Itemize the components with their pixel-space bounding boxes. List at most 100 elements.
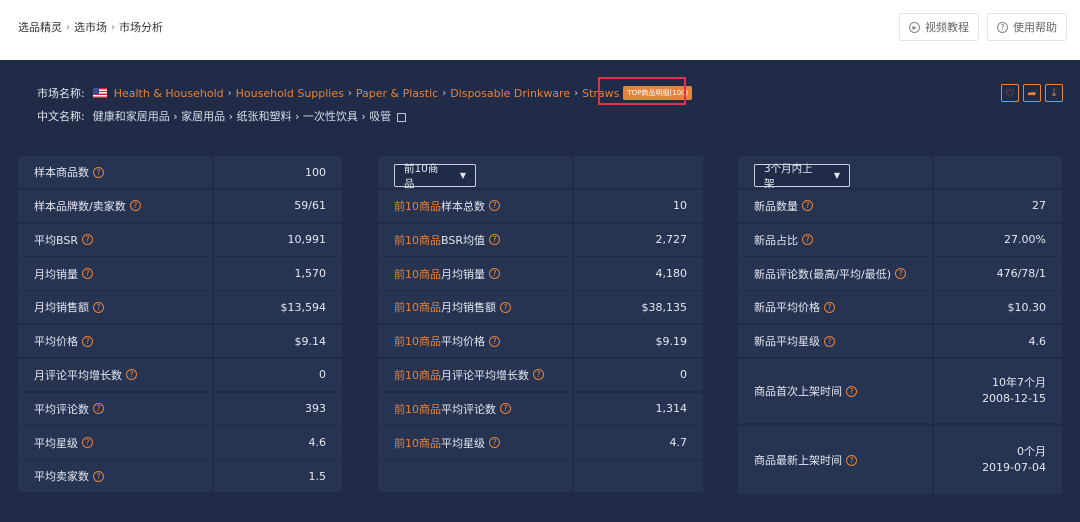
table-row: 商品首次上架时间? 10年7个月 2008-12-15 xyxy=(738,358,1062,425)
breadcrumb-item-3: 市场分析 xyxy=(119,21,163,34)
question-icon[interactable]: ? xyxy=(533,369,544,381)
breadcrumb-item-1[interactable]: 选品精灵 xyxy=(18,19,62,35)
category-link-3[interactable]: Paper & Plastic xyxy=(356,87,438,100)
row-value: 1.5 xyxy=(213,460,342,493)
row-value: $38,135 xyxy=(573,291,703,324)
question-icon[interactable]: ? xyxy=(824,301,835,313)
caret-down-icon: ▼ xyxy=(459,171,466,180)
row-value: 27 xyxy=(933,189,1062,223)
row-value: 4.6 xyxy=(213,426,342,459)
question-icon[interactable]: ? xyxy=(93,470,104,482)
main-content: 市场名称: Health & Household › Household Sup… xyxy=(0,60,1080,522)
question-icon[interactable]: ? xyxy=(82,437,93,449)
category-link-2[interactable]: Household Supplies xyxy=(236,87,344,100)
row-label: 新品评论数(最高/平均/最低) xyxy=(754,267,891,281)
market-name-row: 市场名称: Health & Household › Household Sup… xyxy=(37,85,693,101)
share-icon: ➦ xyxy=(1027,86,1037,100)
help-button[interactable]: ? 使用帮助 xyxy=(987,13,1067,41)
question-icon[interactable]: ? xyxy=(500,403,511,415)
question-icon[interactable]: ? xyxy=(489,200,500,212)
row-value: $10.30 xyxy=(933,291,1062,324)
row-label: 新品占比 xyxy=(754,233,798,247)
share-button[interactable]: ➦ xyxy=(1023,84,1041,102)
breadcrumb: 选品精灵 › 选市场 › 市场分析 xyxy=(18,19,163,35)
chinese-name-label: 中文名称: xyxy=(37,110,85,123)
category-link-1[interactable]: Health & Household xyxy=(114,87,224,100)
question-icon[interactable]: ? xyxy=(802,234,813,246)
question-icon[interactable]: ? xyxy=(824,335,835,347)
question-icon[interactable]: ? xyxy=(129,200,141,212)
first-listed-duration: 10年7个月 xyxy=(992,376,1046,390)
listing-period-dropdown[interactable]: 3个月内上架 ▼ xyxy=(754,163,850,190)
row-label: 样本商品数 xyxy=(34,166,89,180)
breadcrumb-item-2[interactable]: 选市场 xyxy=(74,19,107,35)
table-row: 3个月内上架 ▼ xyxy=(738,156,1062,190)
row-prefix: 前10商品 xyxy=(394,267,441,281)
question-icon[interactable]: ? xyxy=(500,301,511,313)
breadcrumb-separator: › xyxy=(111,21,115,33)
question-icon[interactable]: ? xyxy=(82,268,93,280)
table-row: 商品最新上架时间? 0个月 2019-07-04 xyxy=(738,426,1062,494)
table-row: 新品平均价格? $10.30 xyxy=(738,291,1062,325)
question-icon[interactable]: ? xyxy=(93,301,104,313)
table-row: 月均销量? 1,570 xyxy=(18,257,342,291)
question-icon[interactable]: ? xyxy=(802,200,813,212)
row-prefix: 前10商品 xyxy=(394,233,441,247)
row-value: 4.6 xyxy=(933,325,1062,358)
row-value: 393 xyxy=(213,392,342,425)
market-name-label: 市场名称: xyxy=(37,87,85,100)
breadcrumb-separator: › xyxy=(66,21,70,33)
table-row: 新品数量? 27 xyxy=(738,189,1062,224)
video-tutorial-button[interactable]: ▸ 视频教程 xyxy=(899,13,979,41)
row-value: 4.7 xyxy=(573,426,703,459)
dropdown-value: 前10商品 xyxy=(404,162,439,190)
top-products-dropdown[interactable]: 前10商品 ▼ xyxy=(394,163,476,190)
chevron-right-icon: › xyxy=(442,87,447,99)
question-icon[interactable]: ? xyxy=(846,454,857,466)
row-label: 月评论平均增长数 xyxy=(34,368,122,382)
table-row: 平均BSR? 10,991 xyxy=(18,223,342,258)
row-label: 月均销售额 xyxy=(441,301,496,315)
row-value: 0个月 2019-07-04 xyxy=(933,426,1062,494)
table-row: 新品平均星级? 4.6 xyxy=(738,325,1062,359)
row-value: $9.19 xyxy=(573,325,703,358)
row-value: 1,570 xyxy=(213,257,342,290)
first-listed-date: 2008-12-15 xyxy=(982,392,1046,406)
latest-listed-duration: 0个月 xyxy=(1017,445,1046,459)
question-icon[interactable]: ? xyxy=(489,437,500,449)
row-label: 样本总数 xyxy=(441,199,485,213)
question-icon[interactable]: ? xyxy=(489,268,500,280)
row-label: 商品首次上架时间 xyxy=(754,385,842,399)
help-label: 使用帮助 xyxy=(1013,21,1057,34)
row-value: 476/78/1 xyxy=(933,257,1062,290)
category-link-4[interactable]: Disposable Drinkware xyxy=(450,87,570,100)
row-label: 新品数量 xyxy=(754,199,798,213)
question-icon[interactable]: ? xyxy=(93,166,104,178)
chinese-category-path: 健康和家居用品 › 家居用品 › 纸张和塑料 › 一次性饮具 › 吸管 xyxy=(92,110,392,123)
table-row: 样本商品数? 100 xyxy=(18,156,342,190)
question-icon[interactable]: ? xyxy=(846,385,857,397)
question-icon[interactable]: ? xyxy=(895,268,906,280)
table-row: 平均卖家数? 1.5 xyxy=(18,460,342,494)
highlight-box xyxy=(598,77,686,105)
question-icon[interactable]: ? xyxy=(93,403,104,415)
table-row: 前10商品 平均评论数? 1,314 xyxy=(378,392,703,427)
table-row: 月评论平均增长数? 0 xyxy=(18,358,342,393)
table-row: 前10商品 BSR均值? 2,727 xyxy=(378,223,703,258)
download-button[interactable]: ⤓ xyxy=(1045,84,1063,102)
favorite-button[interactable]: ♡ xyxy=(1001,84,1019,102)
external-link-icon[interactable] xyxy=(397,112,407,122)
question-icon[interactable]: ? xyxy=(489,335,500,347)
table-row xyxy=(378,460,703,494)
question-icon[interactable]: ? xyxy=(81,234,93,246)
question-icon[interactable]: ? xyxy=(126,369,137,381)
table-row: 平均价格? $9.14 xyxy=(18,325,342,359)
row-label: 平均星级 xyxy=(34,436,78,450)
question-icon[interactable]: ? xyxy=(488,234,500,246)
row-prefix: 前10商品 xyxy=(394,402,441,416)
table-row: 平均星级? 4.6 xyxy=(18,426,342,460)
question-icon[interactable]: ? xyxy=(82,335,93,347)
row-value: 2,727 xyxy=(573,223,703,256)
row-label: BSR均值 xyxy=(441,233,485,247)
row-prefix: 前10商品 xyxy=(394,335,441,349)
